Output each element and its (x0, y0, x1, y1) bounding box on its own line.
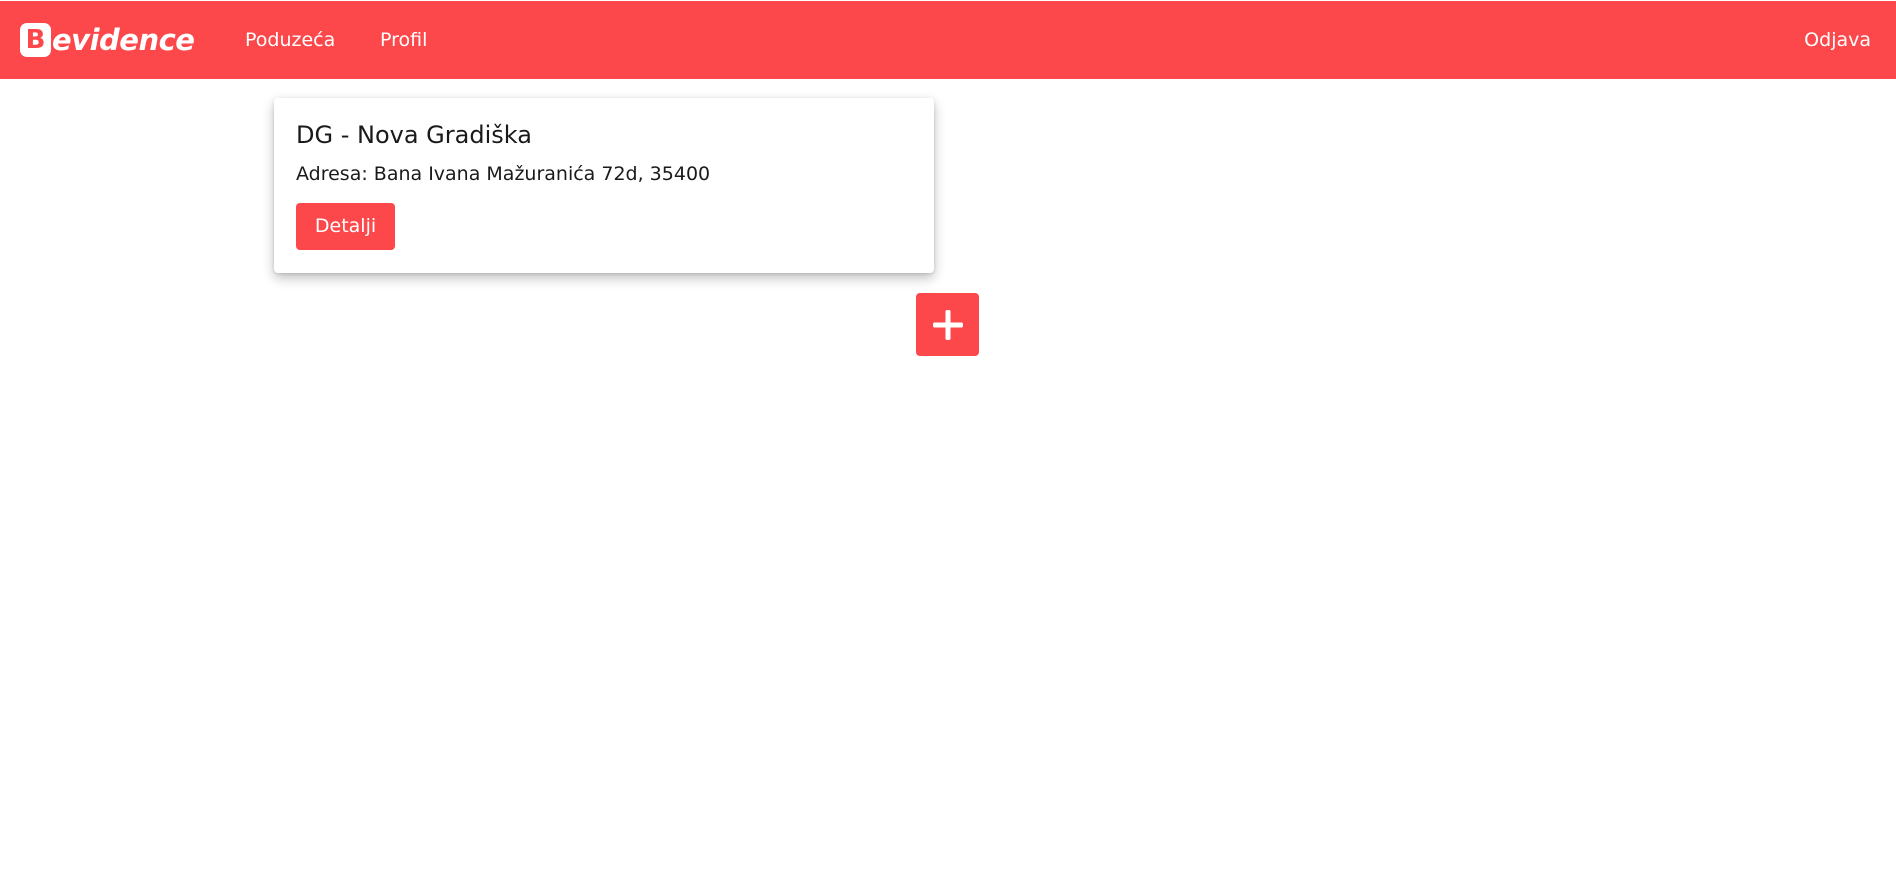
plus-icon (932, 309, 963, 340)
details-button[interactable]: Detalji (296, 203, 395, 250)
brand-logo-text: evidence (52, 22, 195, 57)
company-title: DG - Nova Gradiška (296, 121, 532, 149)
brand-logo[interactable]: B evidence (20, 22, 195, 58)
company-address: Adresa: Bana Ivana Mažuranića 72d, 35400 (296, 163, 711, 185)
nav-link-poduzeca[interactable]: Poduzeća (245, 28, 335, 52)
brand-logo-mark: B (20, 23, 51, 57)
navbar: B evidence Poduzeća Profil Odjava (0, 1, 1896, 79)
company-card: DG - Nova Gradiška Adresa: Bana Ivana Ma… (274, 98, 934, 273)
add-company-button[interactable] (916, 293, 979, 356)
nav-link-profil[interactable]: Profil (380, 28, 427, 52)
logout-link[interactable]: Odjava (1804, 28, 1871, 52)
